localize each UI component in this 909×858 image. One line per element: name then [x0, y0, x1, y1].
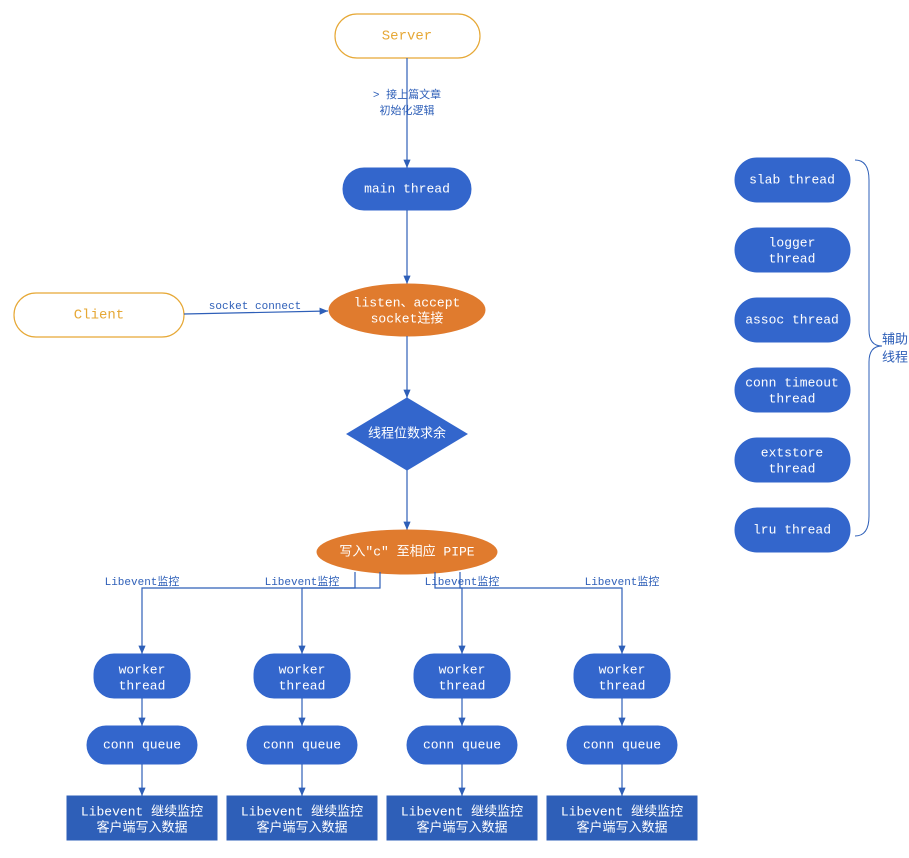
worker-label-1-l2: thread [279, 678, 326, 693]
main-thread-label: main thread [364, 181, 450, 196]
server-terminal: Server [335, 14, 480, 58]
listen-accept-l1: listen、accept [354, 295, 461, 310]
aux-label-1: 辅助 [882, 332, 908, 347]
aux-thread-label-5: lru thread [753, 522, 831, 537]
worker-label-2-l2: thread [439, 678, 486, 693]
init-line2: 初始化逻辑 [380, 103, 435, 118]
libevent-box-1-l1: Libevent 继续监控 [241, 804, 363, 819]
client-terminal: Client [14, 293, 184, 337]
worker-label-1-l1: worker [279, 662, 326, 677]
libevent-watch-0: Libevent监控 [105, 574, 180, 589]
worker-label-3-l2: thread [599, 678, 646, 693]
aux-thread-label-3-l2: thread [769, 391, 816, 406]
write-pipe-node: 写入"c" 至相应 PIPE [317, 530, 497, 574]
aux-label-2: 线程 [882, 350, 908, 365]
libevent-box-3-l2: 客户端写入数据 [576, 819, 667, 835]
main-thread-node: main thread [343, 168, 471, 210]
libevent-box-0-l1: Libevent 继续监控 [81, 804, 203, 819]
client-label: Client [74, 308, 124, 324]
worker-label-0-l2: thread [119, 678, 166, 693]
aux-thread-label-4-l2: thread [769, 461, 816, 476]
socket-connect-label: socket connect [209, 301, 301, 313]
remainder-label: 线程位数求余 [368, 425, 446, 441]
server-label: Server [382, 29, 432, 45]
write-pipe-label: 写入"c" 至相应 PIPE [339, 543, 474, 559]
aux-thread-label-3-l1: conn timeout [745, 375, 839, 390]
conn-queue-label-3: conn queue [583, 737, 661, 752]
conn-queue-label-1: conn queue [263, 737, 341, 752]
libevent-watch-2: Libevent监控 [425, 574, 500, 589]
libevent-box-1-l2: 客户端写入数据 [256, 819, 347, 835]
worker-label-0-l1: worker [119, 662, 166, 677]
listen-accept-node: listen、accept socket连接 [329, 284, 485, 336]
libevent-box-3-l1: Libevent 继续监控 [561, 804, 683, 819]
aux-thread-label-1-l2: thread [769, 251, 816, 266]
aux-thread-label-0: slab thread [749, 172, 835, 187]
libevent-watch-1: Libevent监控 [265, 574, 340, 589]
listen-accept-l2: socket连接 [371, 310, 444, 326]
aux-thread-label-2: assoc thread [745, 312, 839, 327]
aux-thread-label-1-l1: logger [769, 235, 816, 250]
libevent-box-0-l2: 客户端写入数据 [96, 819, 187, 835]
libevent-watch-3: Libevent监控 [585, 574, 660, 589]
worker-label-3-l1: worker [599, 662, 646, 677]
libevent-box-2-l1: Libevent 继续监控 [401, 804, 523, 819]
conn-queue-label-2: conn queue [423, 737, 501, 752]
conn-queue-label-0: conn queue [103, 737, 181, 752]
remainder-decision: 线程位数求余 [347, 398, 467, 470]
worker-label-2-l1: worker [439, 662, 486, 677]
aux-thread-label-4-l1: extstore [761, 445, 823, 460]
init-line1: > 接上篇文章 [373, 87, 441, 102]
aux-brace [855, 160, 882, 536]
libevent-box-2-l2: 客户端写入数据 [416, 819, 507, 835]
